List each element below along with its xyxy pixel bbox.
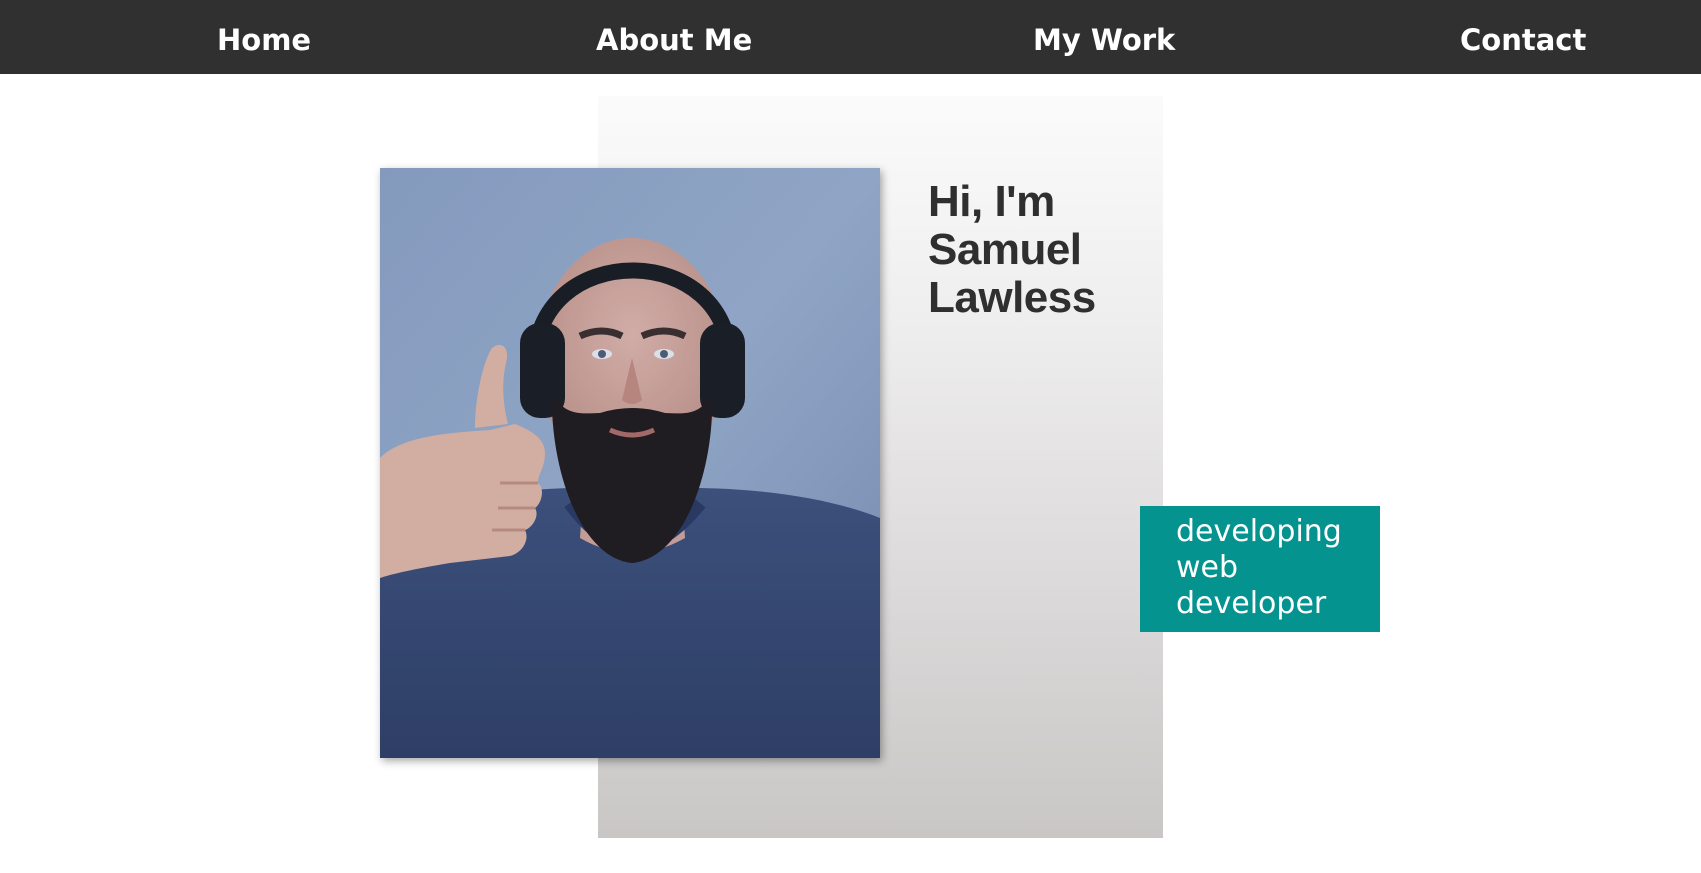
hero-heading-line-2: Samuel <box>928 225 1082 274</box>
tagline-text: developing web developer <box>1176 514 1380 622</box>
nav-link-my-work[interactable]: My Work <box>1033 0 1175 74</box>
hero-heading: Hi, I'm Samuel Lawless <box>928 178 1148 322</box>
nav-link-about-me[interactable]: About Me <box>596 0 752 74</box>
hero-heading-line-3: Lawless <box>928 273 1096 322</box>
profile-photo <box>380 168 880 758</box>
nav-link-home[interactable]: Home <box>217 0 311 74</box>
tagline-line-2: web <box>1176 550 1239 585</box>
hero-heading-line-1: Hi, I'm <box>928 177 1055 226</box>
tagline-badge: developing web developer <box>1140 506 1380 632</box>
tagline-line-1: developing <box>1176 514 1342 549</box>
top-navigation-bar: Home About Me My Work Contact <box>0 0 1701 74</box>
nav-link-contact[interactable]: Contact <box>1460 0 1586 74</box>
tagline-line-3: developer <box>1176 586 1327 621</box>
